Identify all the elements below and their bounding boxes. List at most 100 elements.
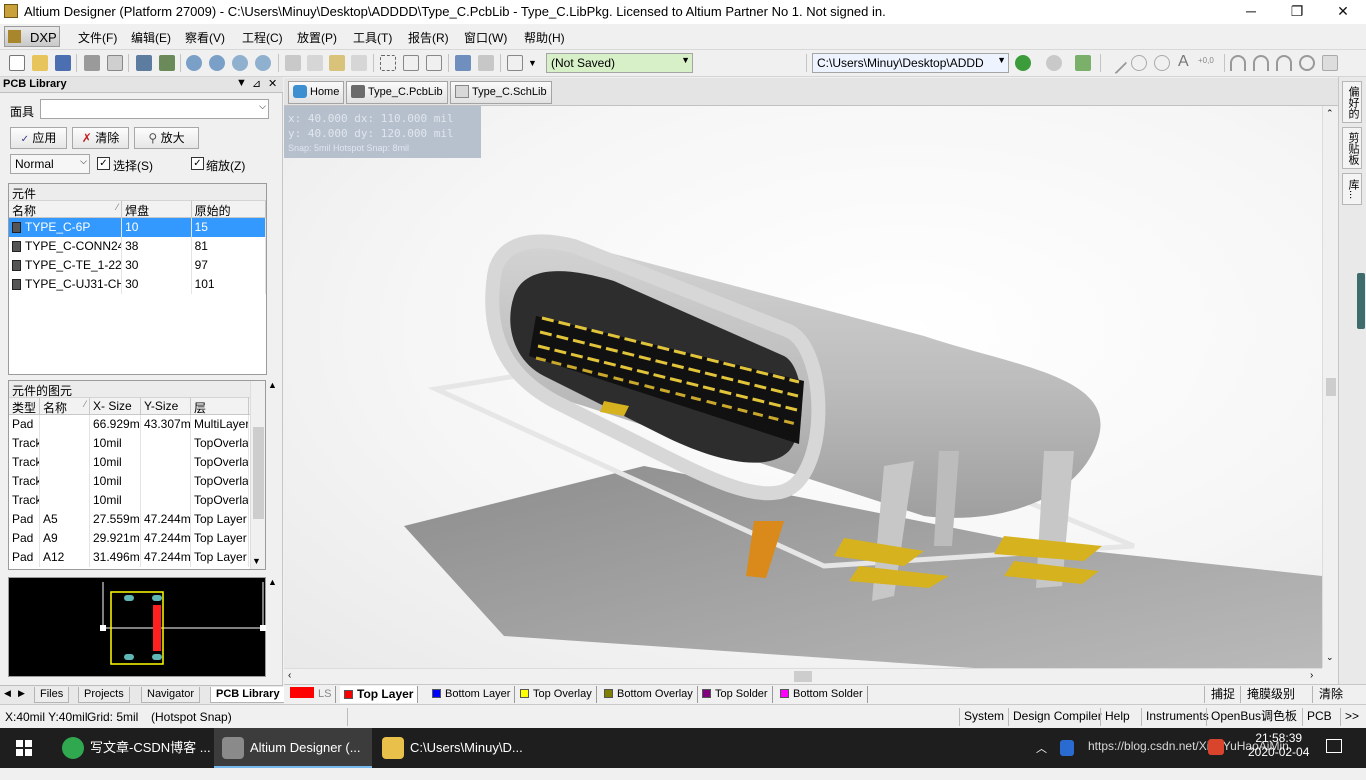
scroll-thumb[interactable] bbox=[794, 671, 812, 682]
zoom-out-icon[interactable] bbox=[209, 55, 225, 71]
tray-chevron-icon[interactable]: ︿ bbox=[1036, 740, 1047, 780]
path-combo[interactable]: C:\Users\Minuy\Desktop\ADDD ▼ bbox=[812, 53, 1009, 73]
back-icon[interactable] bbox=[1015, 55, 1031, 71]
column-header-name[interactable]: 名称 ⁄ bbox=[9, 201, 123, 217]
layer-tab-top-solder[interactable]: Top Solder bbox=[698, 686, 773, 703]
side-grip[interactable] bbox=[1357, 273, 1365, 329]
doc-tab-home[interactable]: Home bbox=[288, 81, 345, 104]
layer-tab-top-layer[interactable]: Top Layer bbox=[340, 686, 419, 703]
primitive-row[interactable]: Pad A5 27.559mil 47.244mil Top Layer bbox=[9, 510, 265, 529]
tab-scroll-right-icon[interactable]: ▶ bbox=[18, 688, 25, 699]
grid-dropdown-arrow-icon[interactable]: ▼ bbox=[528, 58, 537, 68]
tab-projects[interactable]: Projects bbox=[78, 687, 130, 703]
mini-viewer[interactable] bbox=[8, 577, 266, 677]
taskbar-app-explorer[interactable]: C:\Users\Minuy\D... bbox=[374, 728, 532, 768]
select-checkbox[interactable]: ✓ bbox=[97, 157, 110, 170]
column-header-xsize[interactable]: X- Size bbox=[90, 398, 141, 414]
component-row[interactable]: TYPE_C-6P 10 15 bbox=[9, 218, 266, 237]
grid-icon[interactable] bbox=[507, 55, 523, 71]
tab-libraries[interactable]: 库... bbox=[1342, 173, 1362, 205]
tab-favorites[interactable]: 偏好的 bbox=[1342, 81, 1362, 123]
menu-place[interactable]: 放置(P) bbox=[297, 29, 337, 46]
doc-tab-pcblib[interactable]: Type_C.PcbLib bbox=[346, 81, 448, 104]
column-header-type[interactable]: 类型 bbox=[9, 398, 40, 414]
undo-icon[interactable] bbox=[455, 55, 471, 71]
taskbar-app-browser[interactable]: 写文章-CSDN博客 ... bbox=[54, 728, 212, 768]
menu-project[interactable]: 工程(C) bbox=[242, 29, 283, 46]
mask-level-button[interactable]: 掩膜级别 bbox=[1240, 686, 1301, 703]
arc-edge-icon[interactable] bbox=[1253, 55, 1269, 71]
pin-icon[interactable]: ⊿ bbox=[252, 77, 261, 90]
tab-clipboard[interactable]: 剪贴板 bbox=[1342, 127, 1362, 169]
status-instruments-button[interactable]: Instruments bbox=[1141, 708, 1213, 726]
save-state-combo[interactable]: (Not Saved) ▼ bbox=[546, 53, 693, 73]
scroll-down-icon[interactable]: ⌄ bbox=[1326, 652, 1334, 663]
vertical-scrollbar[interactable]: ⌃ ⌄ bbox=[1322, 106, 1338, 668]
scroll-thumb[interactable] bbox=[253, 427, 264, 519]
layer-tab-top-overlay[interactable]: Top Overlay bbox=[516, 686, 597, 703]
layer-tab-bottom-solder[interactable]: Bottom Solder bbox=[776, 686, 868, 703]
via-icon[interactable] bbox=[1154, 55, 1170, 71]
open-folder-icon[interactable] bbox=[32, 55, 48, 71]
notification-icon[interactable] bbox=[1326, 739, 1342, 753]
zoom-in-icon[interactable] bbox=[186, 55, 202, 71]
print-preview-icon[interactable] bbox=[107, 55, 123, 71]
primitives-scroll-down-icon[interactable]: ▼ bbox=[252, 556, 261, 566]
mask-input[interactable]: ⌵ bbox=[40, 99, 269, 119]
column-header-primitives[interactable]: 原始的 bbox=[192, 201, 266, 217]
circle-icon[interactable] bbox=[1299, 55, 1315, 71]
move-icon[interactable] bbox=[403, 55, 419, 71]
menu-reports[interactable]: 报告(R) bbox=[408, 29, 449, 46]
arc-center-icon[interactable] bbox=[1230, 55, 1246, 71]
panel-close-icon[interactable]: ✕ bbox=[268, 77, 277, 90]
paste-icon[interactable] bbox=[329, 55, 345, 71]
column-header-pads[interactable]: 焊盘 bbox=[122, 201, 192, 217]
component-row[interactable]: TYPE_C-UJ31-CH 30 101 bbox=[9, 275, 266, 294]
close-button[interactable]: ✕ bbox=[1320, 0, 1366, 24]
board-icon[interactable] bbox=[159, 55, 175, 71]
scroll-thumb[interactable] bbox=[1326, 378, 1336, 396]
taskbar-app-altium[interactable]: Altium Designer (... bbox=[214, 728, 372, 768]
clear-button[interactable]: ✗ 清除 bbox=[72, 127, 129, 149]
pcb-3d-view[interactable]: x: 40.000 dx: 110.000 mil y: 40.000 dy: … bbox=[284, 106, 1322, 668]
copy-icon[interactable] bbox=[307, 55, 323, 71]
column-header-ysize[interactable]: Y-Size bbox=[141, 398, 191, 414]
menu-window[interactable]: 窗口(W) bbox=[464, 29, 507, 46]
layers-icon[interactable] bbox=[136, 55, 152, 71]
primitive-row[interactable]: Pad 66.929mil 43.307mil MultiLayer bbox=[9, 415, 265, 434]
layer-tab-bottom-layer[interactable]: Bottom Layer bbox=[428, 686, 516, 703]
new-file-icon[interactable] bbox=[9, 55, 25, 71]
tab-navigator[interactable]: Navigator bbox=[141, 687, 201, 703]
apply-button[interactable]: ✓ 应用 bbox=[10, 127, 67, 149]
minimap-scroll-up-icon[interactable]: ▲ bbox=[268, 577, 277, 587]
clear-layer-button[interactable]: 清除 bbox=[1312, 686, 1349, 703]
arc-any-icon[interactable] bbox=[1276, 55, 1292, 71]
component-row[interactable]: TYPE_C-CONN24 38 81 bbox=[9, 237, 266, 256]
tab-pcb-library[interactable]: PCB Library bbox=[210, 687, 286, 703]
primitives-scrollbar[interactable] bbox=[250, 381, 265, 569]
layer-set-button[interactable]: LS bbox=[286, 686, 337, 703]
primitives-scroll-up-icon[interactable]: ▲ bbox=[268, 380, 277, 390]
panel-menu-icon[interactable]: ▼ bbox=[236, 77, 247, 89]
scroll-right-icon[interactable]: › bbox=[1310, 670, 1313, 681]
component-row[interactable]: TYPE_C-TE_1-22 30 97 bbox=[9, 256, 266, 275]
mode-select[interactable]: Normal ⌵ bbox=[10, 154, 90, 174]
security-shield-icon[interactable] bbox=[1060, 740, 1074, 756]
column-header-name[interactable]: 名称 ⁄ bbox=[40, 398, 90, 414]
scroll-up-icon[interactable]: ⌃ bbox=[1326, 108, 1334, 119]
status-openbus-button[interactable]: OpenBus调色板 bbox=[1206, 708, 1301, 726]
snap-button[interactable]: 捕捉 bbox=[1204, 686, 1241, 703]
status-help-button[interactable]: Help bbox=[1100, 708, 1134, 726]
menu-help[interactable]: 帮助(H) bbox=[524, 29, 565, 46]
menu-edit[interactable]: 编辑(E) bbox=[131, 29, 171, 46]
primitive-row[interactable]: Track 10mil TopOverlay bbox=[9, 472, 265, 491]
status-system-button[interactable]: System bbox=[959, 708, 1008, 726]
zoom-fit-icon[interactable] bbox=[255, 55, 271, 71]
status-design-compiler-button[interactable]: Design Compiler bbox=[1008, 708, 1106, 726]
status-more-button[interactable]: >> bbox=[1340, 708, 1363, 726]
scroll-left-icon[interactable]: ‹ bbox=[288, 670, 291, 681]
home-icon[interactable] bbox=[1075, 55, 1091, 71]
line-icon[interactable] bbox=[1104, 51, 1128, 75]
string-icon[interactable]: A bbox=[1178, 53, 1189, 71]
tab-files[interactable]: Files bbox=[34, 687, 70, 703]
